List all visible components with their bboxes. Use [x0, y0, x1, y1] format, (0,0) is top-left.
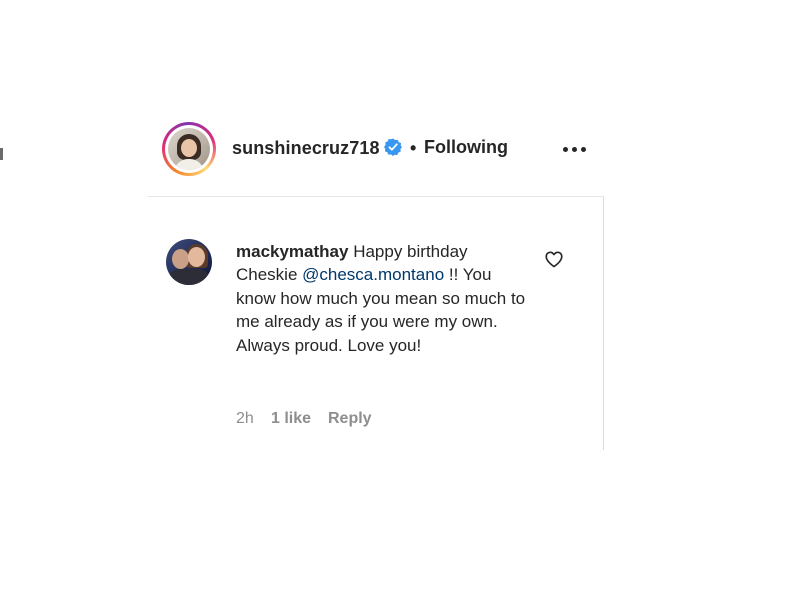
header-divider [148, 196, 604, 197]
comment-mention[interactable]: @chesca.montano [302, 265, 444, 284]
verified-badge-icon [384, 138, 402, 156]
reply-button[interactable]: Reply [328, 410, 372, 428]
comment-time[interactable]: 2h [236, 410, 254, 428]
heart-outline-icon[interactable] [544, 250, 564, 268]
comment-author-avatar[interactable] [166, 239, 212, 285]
edge-mark [0, 148, 3, 160]
following-button[interactable]: Following [424, 137, 508, 158]
more-options-icon[interactable] [563, 136, 589, 160]
comment-body: mackymathay Happy birthday Cheskie @ches… [236, 240, 526, 357]
profile-username[interactable]: sunshinecruz718 [232, 138, 380, 159]
comment-likes[interactable]: 1 like [271, 410, 311, 428]
post-header: sunshinecruz718 • Following [162, 122, 592, 176]
comment-author[interactable]: mackymathay [236, 242, 348, 261]
profile-avatar[interactable] [162, 122, 216, 176]
separator-dot: • [410, 138, 417, 158]
panel-border [603, 196, 604, 450]
